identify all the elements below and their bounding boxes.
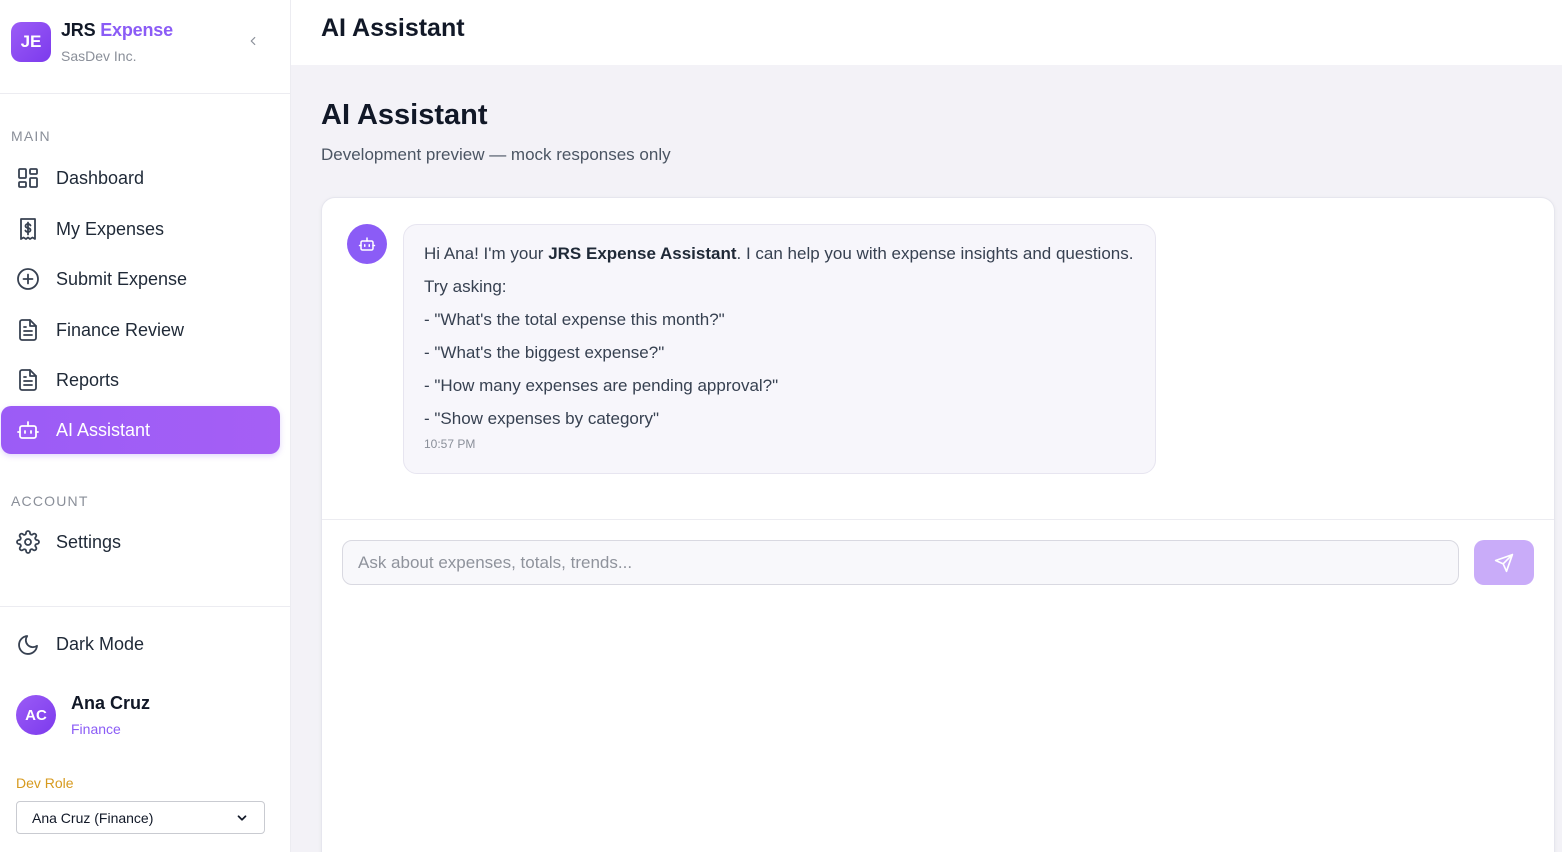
document-icon: [16, 318, 40, 342]
section-label-account: ACCOUNT: [11, 493, 89, 509]
sidebar-item-ai-assistant[interactable]: AI Assistant: [1, 406, 280, 454]
greeting-text-start: Hi Ana! I'm your: [424, 244, 549, 263]
message-suggestion: - "What's the biggest expense?": [424, 343, 665, 362]
brand-name-primary: JRS: [61, 20, 96, 40]
sidebar-item-settings[interactable]: Settings: [1, 518, 280, 566]
receipt-dollar-icon: [16, 217, 40, 241]
message-suggestion: - "What's the total expense this month?": [424, 310, 725, 329]
document-icon: [16, 368, 40, 392]
sidebar-item-label: My Expenses: [56, 218, 165, 239]
sidebar-item-submit-expense[interactable]: Submit Expense: [1, 255, 280, 303]
message-try-asking: Try asking:: [424, 277, 507, 296]
page-subtitle: Development preview — mock responses onl…: [321, 145, 671, 164]
sidebar-item-reports[interactable]: Reports: [1, 356, 280, 404]
gear-icon: [16, 530, 40, 554]
collapse-sidebar-button[interactable]: [243, 31, 263, 51]
brand-logo: JE: [11, 22, 51, 62]
chat-panel: Hi Ana! I'm your JRS Expense Assistant. …: [321, 197, 1555, 852]
dark-mode-toggle[interactable]: Dark Mode: [1, 621, 280, 669]
plus-circle-icon: [16, 267, 40, 291]
sidebar-item-dashboard[interactable]: Dashboard: [1, 154, 280, 202]
sidebar: JE JRS Expense SasDev Inc. MAIN Dashboar…: [0, 0, 291, 852]
dev-role-selected-value: Ana Cruz (Finance): [32, 809, 154, 826]
chat-input[interactable]: [342, 540, 1459, 585]
greeting-text-end: . I can help you with expense insights a…: [736, 244, 1134, 263]
topbar-title: AI Assistant: [321, 14, 465, 42]
chevron-down-icon: [237, 814, 247, 821]
composer-divider: [322, 519, 1554, 520]
brand-header: JE JRS Expense SasDev Inc.: [0, 0, 290, 94]
bot-icon: [16, 418, 40, 442]
sidebar-item-label: AI Assistant: [56, 419, 151, 440]
sidebar-item-label: Settings: [56, 531, 122, 552]
sidebar-item-label: Reports: [56, 369, 120, 390]
brand-name-accent: Expense: [100, 20, 173, 40]
brand-name: JRS Expense: [61, 20, 173, 41]
sidebar-divider: [0, 606, 290, 607]
dark-mode-label: Dark Mode: [56, 634, 145, 654]
sidebar-item-my-expenses[interactable]: My Expenses: [1, 205, 280, 253]
sidebar-item-finance-review[interactable]: Finance Review: [1, 306, 280, 354]
dashboard-icon: [16, 166, 40, 190]
dev-role-label: Dev Role: [16, 775, 74, 791]
sidebar-item-label: Submit Expense: [56, 268, 188, 289]
greeting-assistant-name: JRS Expense Assistant: [548, 244, 737, 263]
avatar: AC: [16, 695, 56, 735]
dev-role-select[interactable]: Ana Cruz (Finance): [16, 801, 265, 834]
page-title: AI Assistant: [321, 99, 488, 131]
message-timestamp: 10:57 PM: [424, 437, 476, 451]
user-role: Finance: [71, 721, 121, 737]
user-name: Ana Cruz: [71, 693, 151, 713]
top-bar: AI Assistant: [291, 0, 1562, 65]
bot-icon: [358, 237, 376, 251]
chevron-left-icon: [250, 36, 256, 46]
assistant-message-bubble: Hi Ana! I'm your JRS Expense Assistant. …: [403, 224, 1156, 474]
moon-icon: [16, 633, 40, 657]
send-button[interactable]: [1474, 540, 1534, 585]
message-greeting: Hi Ana! I'm your JRS Expense Assistant. …: [424, 243, 1135, 276]
section-label-main: MAIN: [11, 128, 51, 144]
assistant-avatar: [347, 224, 387, 264]
sidebar-item-label: Dashboard: [56, 167, 145, 188]
message-suggestion: - "How many expenses are pending approva…: [424, 376, 779, 395]
sidebar-item-label: Finance Review: [56, 319, 185, 340]
company-name: SasDev Inc.: [61, 48, 137, 64]
send-icon: [1494, 553, 1514, 572]
